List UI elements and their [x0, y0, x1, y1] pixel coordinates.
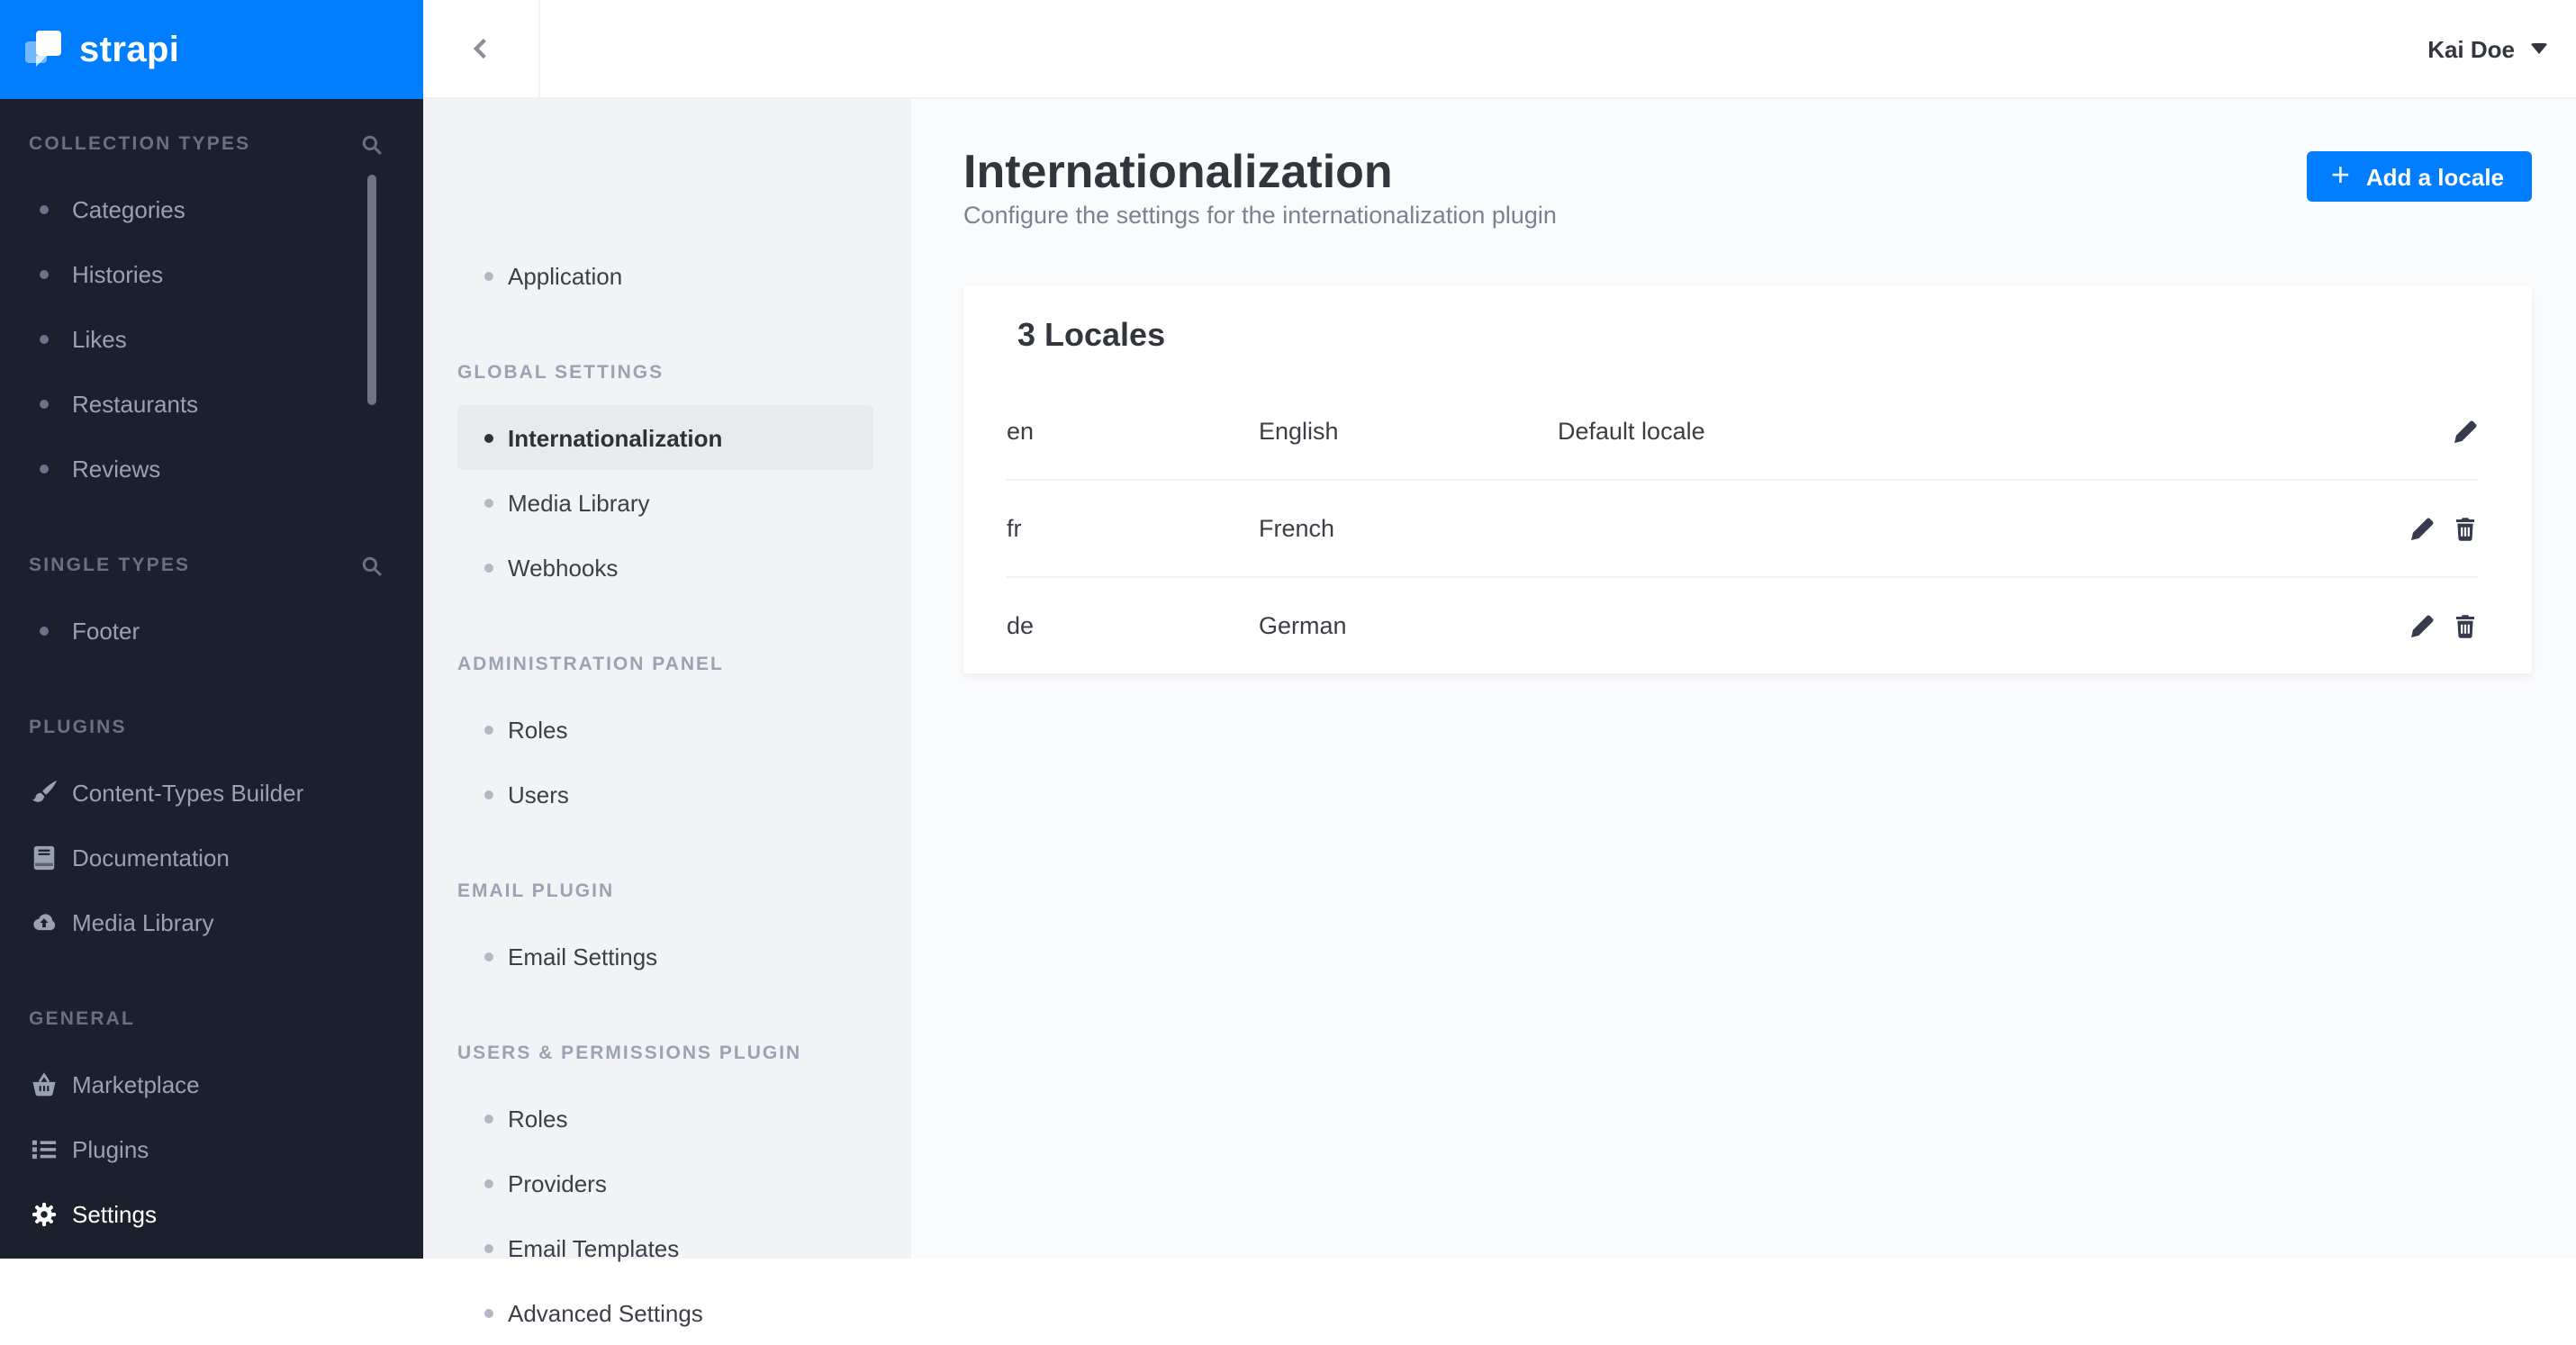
section-header-single-types: SINGLE TYPES	[0, 533, 423, 598]
sidebar-item-categories[interactable]: Categories	[0, 176, 423, 241]
strapi-admin-app: Kai Doe strapi COLLECTION TYPES Categori…	[0, 0, 2576, 1326]
settings-nav-item-media-library[interactable]: Media Library	[423, 470, 911, 535]
add-locale-button[interactable]: + Add a locale	[2307, 151, 2531, 202]
settings-nav-item-admin-users[interactable]: Users	[423, 762, 911, 826]
locale-name: French	[1259, 515, 1335, 542]
settings-section-users-permissions-plugin: USERS & PERMISSIONS PLUGIN	[457, 1043, 802, 1064]
locale-row-de[interactable]: de German	[963, 578, 2532, 673]
locale-code: de	[1007, 612, 1035, 639]
settings-nav-item-application[interactable]: Application	[423, 243, 911, 308]
bullet-dot	[40, 399, 49, 408]
settings-nav-item-webhooks[interactable]: Webhooks	[423, 535, 911, 600]
settings-sub-sidebar: Application GLOBAL SETTINGS Internationa…	[423, 99, 911, 1326]
settings-nav-item-email-templates[interactable]: Email Templates	[423, 1215, 911, 1280]
sidebar-item-media-library[interactable]: Media Library	[0, 889, 423, 954]
locale-row-fr[interactable]: fr French	[963, 481, 2532, 576]
caret-down-icon	[2529, 43, 2547, 54]
sidebar-item-restaurants[interactable]: Restaurants	[0, 371, 423, 436]
user-menu[interactable]: Kai Doe	[2427, 0, 2547, 97]
sidebar-scrollbar-thumb[interactable]	[367, 175, 376, 405]
row-actions	[2453, 419, 2478, 444]
delete-locale-icon[interactable]	[2453, 516, 2478, 541]
sidebar-item-footer[interactable]: Footer	[0, 598, 423, 663]
row-actions	[2409, 613, 2478, 638]
brush-icon	[29, 778, 58, 807]
locale-code: fr	[1007, 515, 1022, 542]
locale-name: English	[1259, 418, 1339, 445]
edit-locale-icon[interactable]	[2409, 613, 2435, 638]
basket-icon	[29, 1070, 58, 1098]
bullet-dot	[40, 626, 49, 635]
bullet-dot	[40, 464, 49, 473]
bullet-dot	[484, 271, 493, 280]
gear-icon	[29, 1199, 58, 1228]
locale-row-en[interactable]: en English Default locale	[963, 384, 2532, 479]
bullet-dot	[484, 498, 493, 507]
cloud-upload-icon	[29, 907, 58, 936]
list-icon	[29, 1134, 58, 1163]
page-subtitle: Configure the settings for the internati…	[963, 202, 1557, 229]
section-header-collection-types: COLLECTION TYPES	[0, 112, 423, 176]
settings-nav-item-advanced-settings[interactable]: Advanced Settings	[423, 1280, 911, 1345]
strapi-logo-icon	[25, 28, 65, 71]
settings-section-email-plugin: EMAIL PLUGIN	[457, 880, 615, 902]
chevron-left-icon	[468, 36, 493, 61]
delete-locale-icon[interactable]	[2453, 613, 2478, 638]
main-sidebar: COLLECTION TYPES Categories Histories Li…	[0, 99, 423, 1259]
bullet-dot	[484, 1178, 493, 1187]
top-bar: Kai Doe	[423, 0, 2576, 99]
locales-card: 3 Locales en English Default locale fr F…	[963, 286, 2532, 673]
edit-locale-icon[interactable]	[2409, 516, 2435, 541]
plus-icon: +	[2330, 157, 2350, 193]
sidebar-item-documentation[interactable]: Documentation	[0, 825, 423, 889]
locale-default-note: Default locale	[1558, 418, 1705, 445]
bullet-dot	[484, 725, 493, 734]
search-icon[interactable]	[360, 132, 384, 156]
strapi-logo[interactable]: strapi	[0, 0, 423, 99]
bullet-dot	[484, 1114, 493, 1123]
strapi-wordmark: strapi	[79, 30, 180, 69]
bullet-dot	[484, 790, 493, 799]
bullet-dot	[484, 433, 493, 442]
book-icon	[29, 843, 58, 871]
settings-nav-item-internationalization[interactable]: Internationalization	[457, 405, 873, 470]
bullet-dot	[484, 952, 493, 961]
locale-code: en	[1007, 418, 1035, 445]
bullet-dot	[40, 334, 49, 343]
edit-locale-icon[interactable]	[2453, 419, 2478, 444]
settings-nav-item-admin-roles[interactable]: Roles	[423, 697, 911, 762]
locale-name: German	[1259, 612, 1347, 639]
back-button[interactable]	[423, 0, 540, 97]
bullet-dot	[40, 269, 49, 278]
bullet-dot	[484, 563, 493, 572]
settings-nav-item-providers[interactable]: Providers	[423, 1151, 911, 1215]
search-icon[interactable]	[360, 554, 384, 577]
sidebar-item-histories[interactable]: Histories	[0, 241, 423, 306]
sidebar-item-settings[interactable]: Settings	[0, 1181, 423, 1246]
settings-nav-item-up-roles[interactable]: Roles	[423, 1086, 911, 1151]
section-header-plugins: PLUGINS	[29, 717, 127, 738]
bullet-dot	[484, 1243, 493, 1252]
main-content: Internationalization Configure the setti…	[911, 99, 2576, 1259]
user-name: Kai Doe	[2427, 35, 2515, 62]
settings-section-global-settings: GLOBAL SETTINGS	[457, 362, 664, 384]
row-actions	[2409, 516, 2478, 541]
settings-nav-item-email-settings[interactable]: Email Settings	[423, 924, 911, 988]
sidebar-item-reviews[interactable]: Reviews	[0, 436, 423, 501]
bullet-dot	[484, 1308, 493, 1317]
settings-section-administration-panel: ADMINISTRATION PANEL	[457, 654, 724, 675]
sidebar-item-likes[interactable]: Likes	[0, 306, 423, 371]
section-header-general: GENERAL	[29, 1008, 136, 1030]
sidebar-item-marketplace[interactable]: Marketplace	[0, 1052, 423, 1116]
bullet-dot	[40, 204, 49, 213]
sidebar-item-plugins[interactable]: Plugins	[0, 1116, 423, 1181]
locales-card-heading: 3 Locales	[1017, 316, 1166, 352]
sidebar-item-content-types-builder[interactable]: Content-Types Builder	[0, 760, 423, 825]
